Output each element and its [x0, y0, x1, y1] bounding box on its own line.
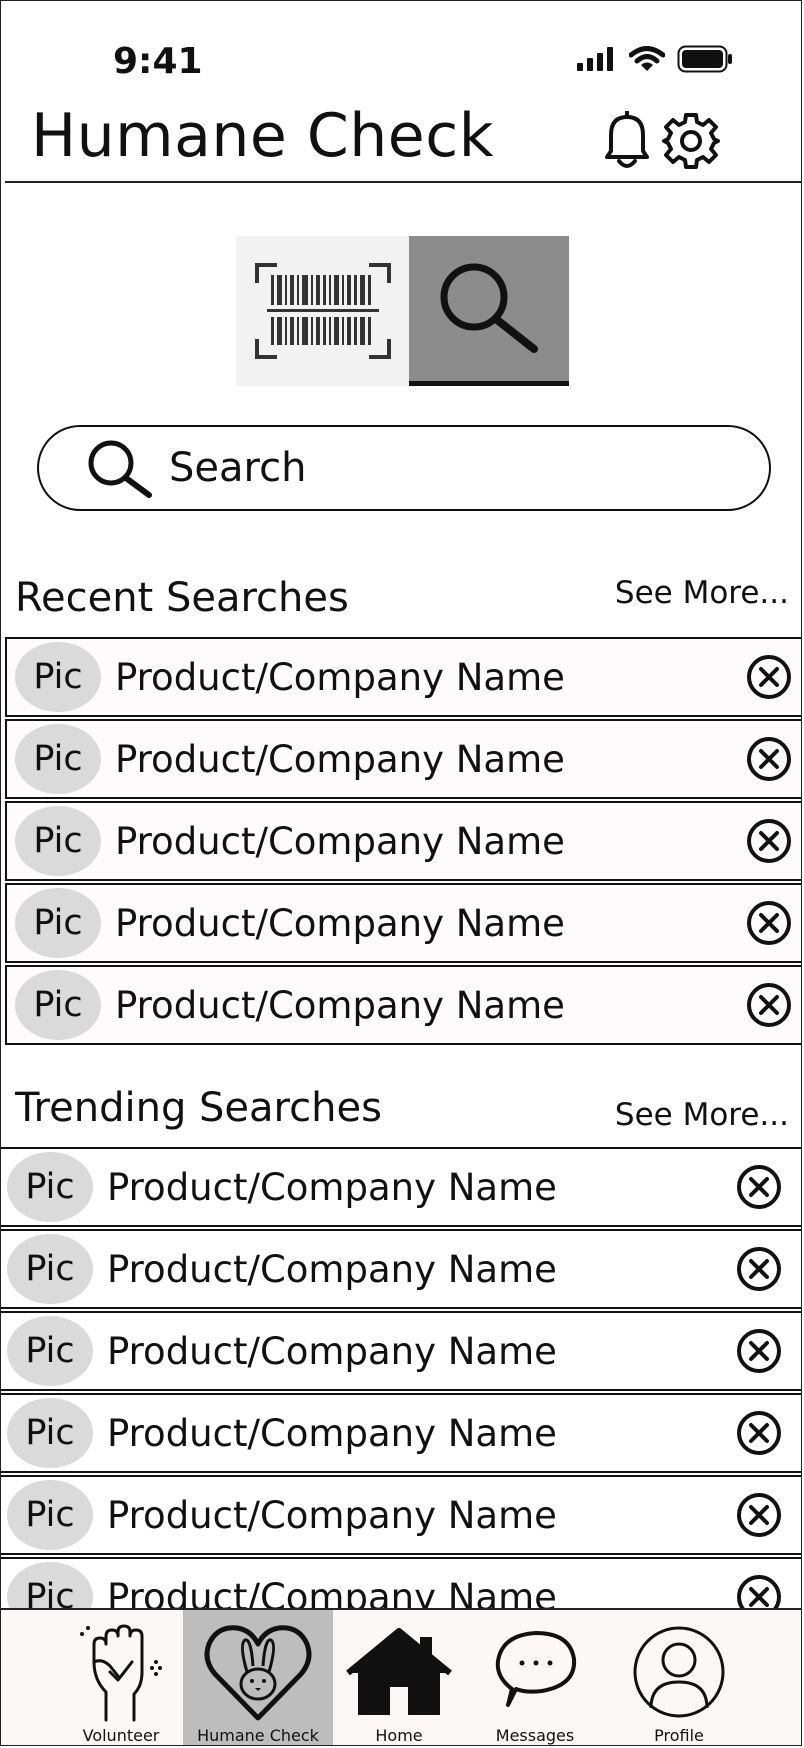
item-name: Product/Company Name [115, 737, 565, 781]
list-item[interactable]: Pic Product/Company Name [5, 801, 801, 881]
item-pic: Pic [15, 970, 101, 1040]
item-name: Product/Company Name [115, 983, 565, 1027]
status-time: 9:41 [113, 41, 203, 82]
barcode-scanner-icon [254, 263, 391, 359]
list-item[interactable]: Pic Product/Company Name [1, 1393, 801, 1473]
item-name: Product/Company Name [115, 655, 565, 699]
search-input[interactable]: Search [37, 425, 771, 511]
item-name: Product/Company Name [107, 1411, 557, 1455]
battery-icon [677, 45, 732, 73]
chat-bubble-icon [495, 1631, 577, 1707]
tab-humane-check[interactable]: Humane Check [183, 1610, 333, 1745]
search-mode-button[interactable] [409, 236, 569, 386]
tab-messages[interactable]: Messages [475, 1610, 595, 1745]
item-name: Product/Company Name [107, 1247, 557, 1291]
recent-searches-list: Pic Product/Company Name Pic Product/Com… [5, 637, 801, 1047]
remove-icon[interactable] [735, 1245, 783, 1293]
item-pic: Pic [15, 642, 101, 712]
magnifier-icon [440, 263, 538, 353]
bottom-tab-bar: Volunteer Humane Check Home Messages Pro… [1, 1608, 801, 1745]
tab-label: Humane Check [197, 1726, 319, 1745]
signal-icon [577, 47, 613, 71]
bunny-heart-icon [204, 1625, 312, 1721]
item-pic: Pic [7, 1234, 93, 1304]
remove-icon[interactable] [745, 899, 793, 947]
list-item[interactable]: Pic Product/Company Name [5, 883, 801, 963]
trending-searches-list: Pic Product/Company Name Pic Product/Com… [1, 1147, 801, 1639]
remove-icon[interactable] [745, 981, 793, 1029]
item-pic: Pic [7, 1480, 93, 1550]
trending-see-more-link[interactable]: See More... [615, 1097, 789, 1133]
remove-icon[interactable] [735, 1163, 783, 1211]
profile-icon [633, 1626, 725, 1718]
home-icon [346, 1628, 452, 1715]
tab-label: Profile [654, 1726, 704, 1745]
app-screen: 9:41 Humane Check Search Recent Searches… [0, 0, 802, 1746]
item-pic: Pic [7, 1398, 93, 1468]
item-pic: Pic [15, 724, 101, 794]
header-actions [597, 109, 721, 173]
volunteer-hand-icon [80, 1624, 162, 1722]
item-pic: Pic [15, 806, 101, 876]
list-item[interactable]: Pic Product/Company Name [5, 965, 801, 1045]
remove-icon[interactable] [735, 1491, 783, 1539]
item-name: Product/Company Name [107, 1165, 557, 1209]
tab-label: Home [375, 1726, 423, 1745]
header-divider [5, 181, 801, 183]
item-pic: Pic [7, 1152, 93, 1222]
page-title: Humane Check [31, 101, 494, 171]
remove-icon[interactable] [745, 735, 793, 783]
tab-label: Messages [495, 1726, 575, 1745]
item-pic: Pic [15, 888, 101, 958]
list-item[interactable]: Pic Product/Company Name [1, 1311, 801, 1391]
item-name: Product/Company Name [107, 1329, 557, 1373]
list-item[interactable]: Pic Product/Company Name [5, 719, 801, 799]
list-item[interactable]: Pic Product/Company Name [1, 1475, 801, 1555]
gear-icon[interactable] [661, 109, 721, 173]
recent-searches-title: Recent Searches [15, 575, 349, 621]
list-item[interactable]: Pic Product/Company Name [1, 1229, 801, 1309]
remove-icon[interactable] [745, 817, 793, 865]
remove-icon[interactable] [735, 1409, 783, 1457]
remove-icon[interactable] [745, 653, 793, 701]
scan-mode-toggle [236, 236, 569, 386]
status-icons [575, 45, 733, 73]
wifi-icon [629, 46, 665, 71]
tab-home[interactable]: Home [341, 1610, 457, 1745]
list-item[interactable]: Pic Product/Company Name [5, 637, 801, 717]
tab-label: Volunteer [82, 1726, 160, 1745]
tab-volunteer[interactable]: Volunteer [63, 1610, 179, 1745]
list-item[interactable]: Pic Product/Company Name [1, 1147, 801, 1227]
recent-see-more-link[interactable]: See More... [615, 575, 789, 611]
barcode-scan-button[interactable] [236, 236, 409, 386]
search-placeholder: Search [169, 445, 307, 491]
remove-icon[interactable] [735, 1327, 783, 1375]
item-name: Product/Company Name [107, 1493, 557, 1537]
search-icon [88, 440, 152, 498]
tab-profile[interactable]: Profile [621, 1610, 737, 1745]
item-pic: Pic [7, 1316, 93, 1386]
item-name: Product/Company Name [115, 901, 565, 945]
bell-icon[interactable] [597, 109, 657, 173]
item-name: Product/Company Name [115, 819, 565, 863]
trending-searches-title: Trending Searches [15, 1085, 382, 1131]
